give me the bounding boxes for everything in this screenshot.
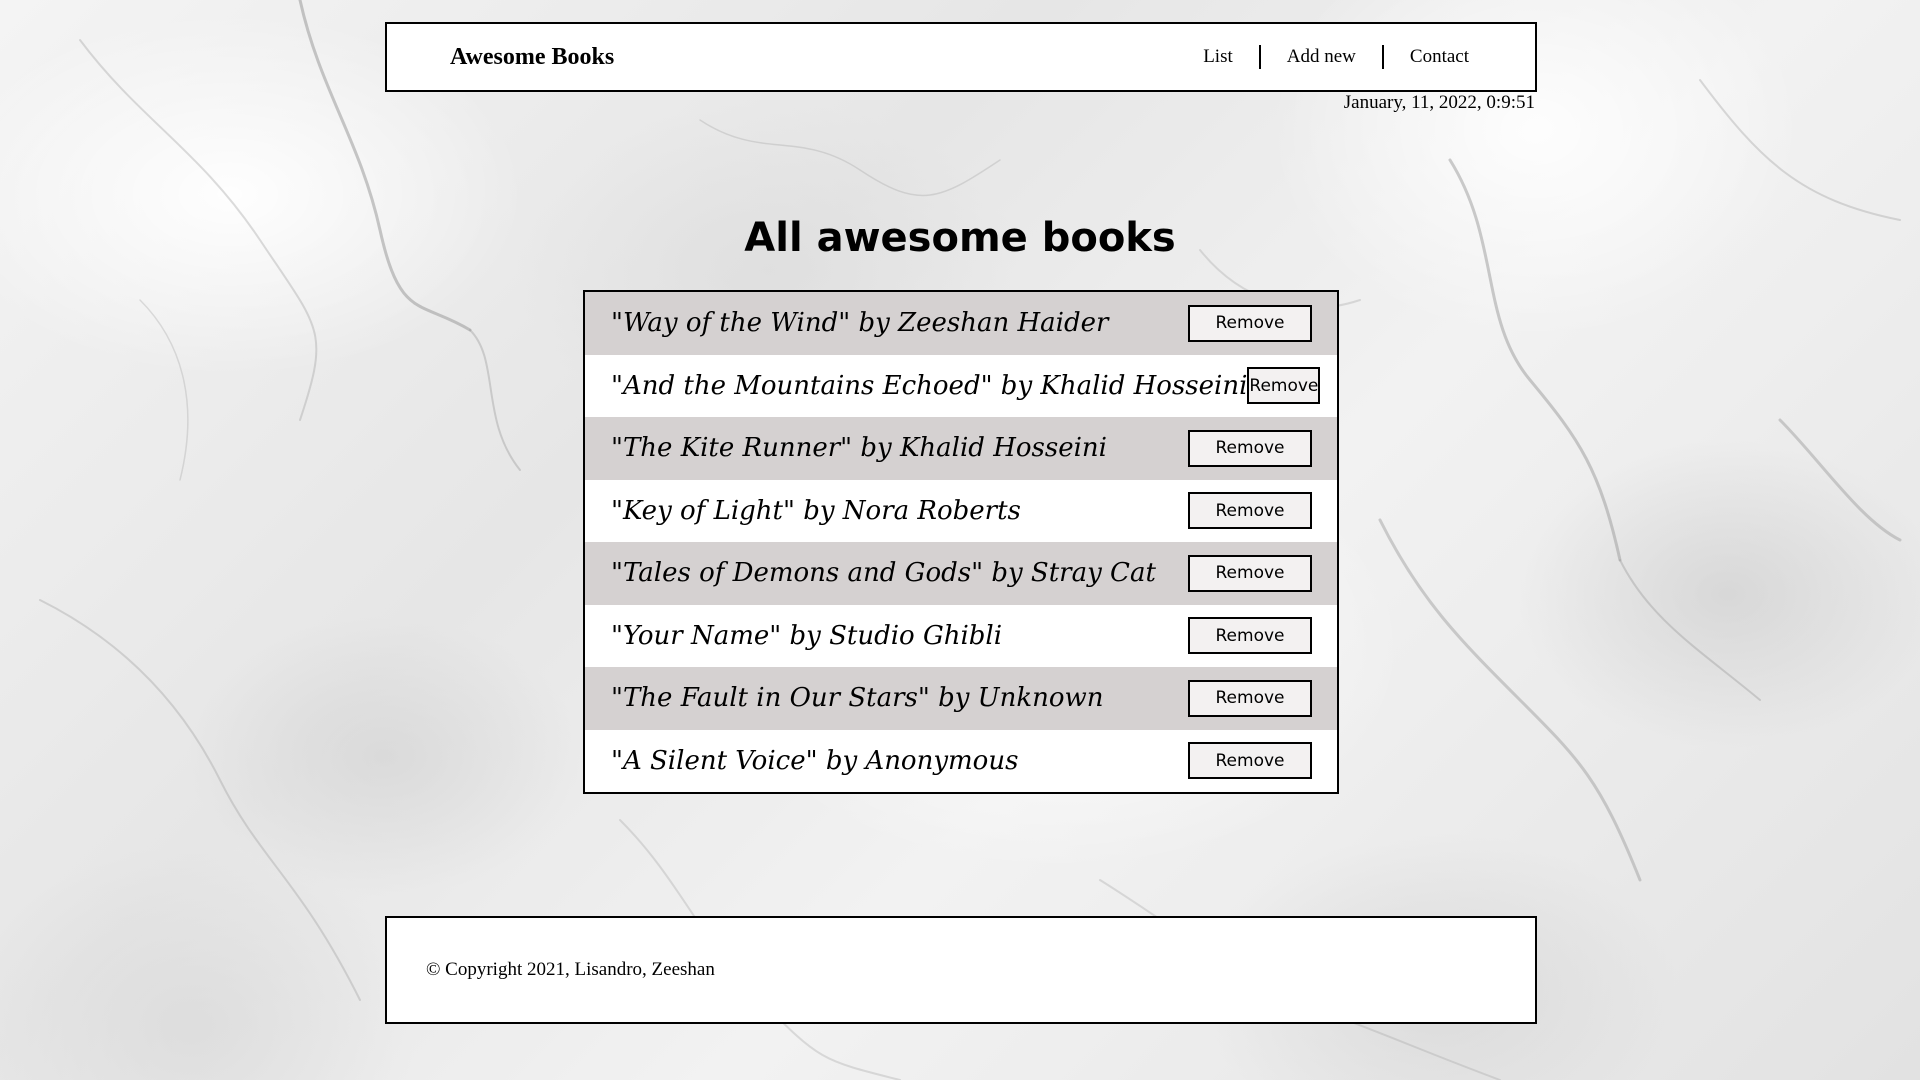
book-title-author: "The Kite Runner" by Khalid Hosseini [611, 433, 1107, 464]
remove-button[interactable]: Remove [1188, 742, 1312, 780]
book-item: "Key of Light" by Nora Roberts Remove [585, 479, 1337, 542]
remove-button[interactable]: Remove [1247, 367, 1321, 405]
nav-link-list[interactable]: List [1177, 45, 1259, 69]
remove-button[interactable]: Remove [1188, 492, 1312, 530]
remove-button[interactable]: Remove [1188, 679, 1312, 717]
main-nav: List Add new Contact [1177, 24, 1495, 90]
current-date: January, 11, 2022, 0:9:51 [1343, 92, 1535, 113]
book-title-author: "Tales of Demons and Gods" by Stray Cat [611, 558, 1156, 589]
book-item: "A Silent Voice" by Anonymous Remove [585, 729, 1337, 792]
remove-button[interactable]: Remove [1188, 429, 1312, 467]
book-item: "The Fault in Our Stars" by Unknown Remo… [585, 667, 1337, 730]
page-title: All awesome books [744, 215, 1176, 261]
remove-button[interactable]: Remove [1188, 554, 1312, 592]
book-title-author: "Way of the Wind" by Zeeshan Haider [611, 308, 1109, 339]
book-item: "The Kite Runner" by Khalid Hosseini Rem… [585, 417, 1337, 480]
nav-link-contact[interactable]: Contact [1384, 45, 1495, 69]
book-item: "And the Mountains Echoed" by Khalid Hos… [585, 354, 1337, 417]
book-item: "Tales of Demons and Gods" by Stray Cat … [585, 542, 1337, 605]
book-title-author: "The Fault in Our Stars" by Unknown [611, 683, 1104, 714]
site-header: Awesome Books List Add new Contact [385, 22, 1537, 92]
remove-button[interactable]: Remove [1188, 304, 1312, 342]
book-title-author: "Key of Light" by Nora Roberts [611, 495, 1021, 526]
site-footer: © Copyright 2021, Lisandro, Zeeshan [385, 916, 1537, 1024]
book-item: "Your Name" by Studio Ghibli Remove [585, 604, 1337, 667]
copyright-text: © Copyright 2021, Lisandro, Zeeshan [426, 959, 715, 980]
book-title-author: "And the Mountains Echoed" by Khalid Hos… [611, 370, 1248, 401]
book-item: "Way of the Wind" by Zeeshan Haider Remo… [585, 292, 1337, 355]
nav-link-add-new[interactable]: Add new [1261, 45, 1382, 69]
book-title-author: "A Silent Voice" by Anonymous [611, 745, 1019, 776]
brand-logo[interactable]: Awesome Books [450, 24, 614, 90]
book-list: "Way of the Wind" by Zeeshan Haider Remo… [583, 290, 1339, 794]
remove-button[interactable]: Remove [1188, 617, 1312, 655]
book-title-author: "Your Name" by Studio Ghibli [611, 620, 1003, 651]
